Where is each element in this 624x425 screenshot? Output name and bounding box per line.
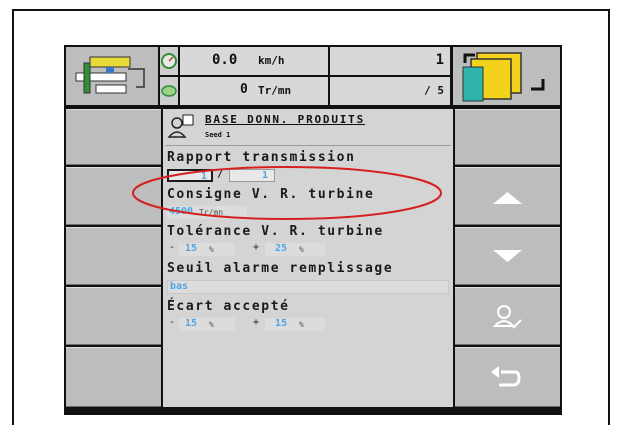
page-total: / 5 xyxy=(424,84,444,97)
tolerance-min-value: 15 xyxy=(185,243,198,254)
rapport-input-2[interactable]: 1 xyxy=(229,169,275,182)
rapport-value-1: 1 xyxy=(200,171,207,182)
arrow-down-icon xyxy=(493,250,522,262)
right-softkey-1[interactable] xyxy=(455,109,560,165)
page-total-tile: / 5 xyxy=(330,77,450,105)
left-softkey-4[interactable] xyxy=(66,287,161,345)
tolerance-min-input[interactable]: 15 % xyxy=(179,243,235,256)
left-softkey-5[interactable] xyxy=(66,347,161,407)
ecart-minus: - xyxy=(169,317,176,328)
ecart-max-value: 15 xyxy=(275,318,288,329)
ecart-min-input[interactable]: 15 % xyxy=(179,318,235,331)
machine-tile[interactable] xyxy=(66,47,158,105)
tractor-seeder-icon xyxy=(75,56,145,94)
ecart-label: Écart accepté xyxy=(167,299,290,314)
tolerance-minus: - xyxy=(169,242,176,253)
turbine-icon xyxy=(161,85,177,97)
user-edit-icon xyxy=(492,305,522,329)
rapport-label: Rapport transmission xyxy=(167,150,356,165)
consigne-value: 4500 xyxy=(169,206,194,217)
tolerance-label: Tolérance V. R. turbine xyxy=(167,224,384,239)
product-database-panel: BASE DONN. PRODUITS Seed 1 Rapport trans… xyxy=(163,109,453,407)
left-softkey-3[interactable] xyxy=(66,227,161,285)
left-softkey-2[interactable] xyxy=(66,167,161,225)
rapport-value-2: 1 xyxy=(261,170,268,181)
rpm-icon-tile xyxy=(160,77,178,105)
scroll-up-button[interactable] xyxy=(455,167,560,225)
arrow-up-icon xyxy=(493,192,522,204)
machine-yellow-icon xyxy=(462,52,545,102)
tolerance-max-unit: % xyxy=(299,245,304,254)
tolerance-min-unit: % xyxy=(209,245,214,254)
tolerance-max-value: 25 xyxy=(275,243,288,254)
consigne-label: Consigne V. R. turbine xyxy=(167,187,375,202)
rpm-readout: 0 Tr/mn xyxy=(180,77,328,105)
ecart-min-unit: % xyxy=(209,320,214,329)
seuil-label: Seuil alarme remplissage xyxy=(167,261,394,276)
left-softkey-1[interactable] xyxy=(66,109,161,165)
seuil-value: bas xyxy=(170,281,189,292)
page-title: BASE DONN. PRODUITS xyxy=(205,113,366,126)
return-icon xyxy=(491,366,521,387)
machine-select-tile[interactable] xyxy=(453,47,560,105)
product-user-icon xyxy=(167,114,194,138)
consigne-unit: Tr/mn xyxy=(199,208,224,217)
edit-user-button[interactable] xyxy=(455,287,560,345)
rpm-unit: Tr/mn xyxy=(258,84,292,97)
return-button[interactable] xyxy=(455,347,560,407)
tolerance-max-input[interactable]: 25 % xyxy=(265,243,325,256)
ecart-max-unit: % xyxy=(299,320,304,329)
ecart-max-input[interactable]: 15 % xyxy=(265,318,325,331)
page-subtitle: Seed 1 xyxy=(205,131,231,139)
speed-icon-tile xyxy=(160,47,178,75)
speed-unit: km/h xyxy=(258,54,285,67)
consigne-input[interactable]: 4500 Tr/mn xyxy=(167,206,247,219)
rapport-input-1[interactable]: 1 xyxy=(167,169,213,182)
speedometer-icon xyxy=(161,53,177,69)
ecart-min-value: 15 xyxy=(185,318,198,329)
speed-readout: 0.0 km/h xyxy=(180,47,328,75)
rapport-separator: / xyxy=(217,167,224,180)
terminal-screen: 0.0 km/h 0 Tr/mn 1 / 5 BASE DONN. PRODUI… xyxy=(64,45,562,415)
page-current-tile: 1 xyxy=(330,47,450,75)
status-bar: 0.0 km/h 0 Tr/mn 1 / 5 xyxy=(64,45,562,109)
ecart-plus: + xyxy=(253,317,260,328)
header-divider xyxy=(165,145,451,146)
rpm-value: 0 xyxy=(240,82,248,97)
tolerance-plus: + xyxy=(253,242,260,253)
seuil-select[interactable]: bas xyxy=(167,280,449,294)
speed-value: 0.0 xyxy=(212,52,238,68)
page-current: 1 xyxy=(435,52,444,68)
scroll-down-button[interactable] xyxy=(455,227,560,285)
